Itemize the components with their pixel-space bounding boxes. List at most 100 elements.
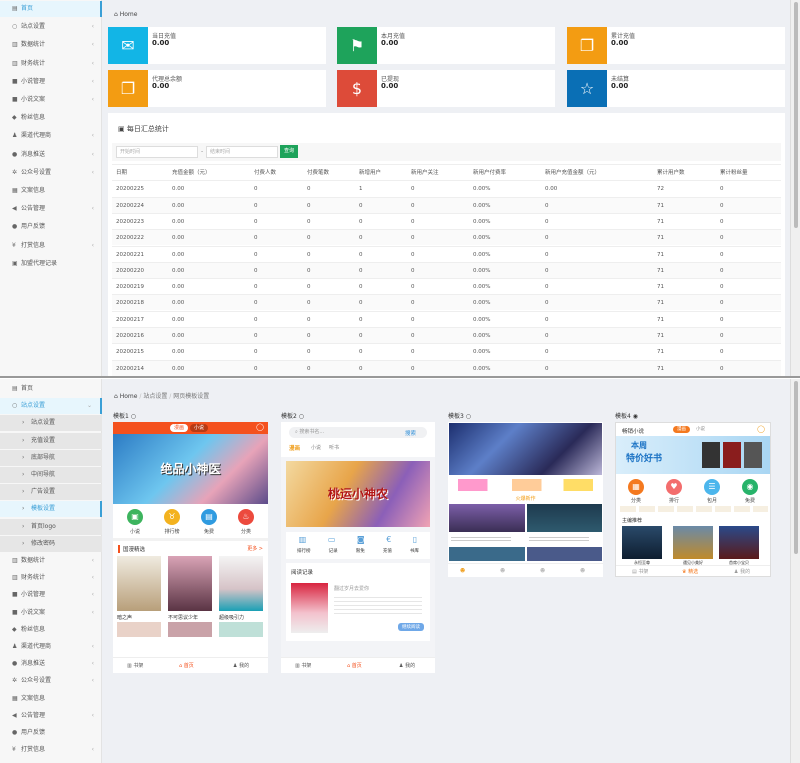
sidebar-item[interactable]: ■ 小说管理 ‹ [0,587,102,603]
nav-mine[interactable]: ♟ 我的 [399,662,415,669]
rank-icon[interactable]: ♉ [164,509,180,525]
nav-mine[interactable]: ♟ 我的 [734,568,750,575]
novel-icon[interactable]: ▣ [127,509,143,525]
template-4-preview[interactable]: 畅销小说 漫画 小说 ◯ 本周 特价好书 ▦ ♥ ☰ ◉ 分类 排行 包月 免费… [615,422,771,577]
library-icon[interactable]: ▯ [413,535,417,544]
template-3-preview[interactable]: 火爆新作 ☻ ☻ ☻ ☻ [448,422,603,577]
monthly-icon[interactable]: ☰ [704,479,720,495]
banner-image[interactable] [449,423,602,475]
nav-bookshelf[interactable]: ▤ 书架 [632,568,648,575]
free-icon[interactable]: ▤ [201,509,217,525]
recharge-icon[interactable]: € [386,535,391,544]
sidebar-item[interactable]: ▣ 加盟代理记录 [0,256,102,272]
nav-recommend-icon[interactable]: ☻ [460,568,465,574]
sidebar-item[interactable]: ◀ 公告管理 ‹ [0,708,102,724]
book-cover[interactable] [117,556,161,611]
scrollbar[interactable] [790,379,800,763]
sidebar-item[interactable]: ◆ 粉丝信息 [0,110,102,126]
template-4-radio[interactable]: 模板4 ◉ [615,411,638,420]
limited-free-icon[interactable]: ◙ [357,535,365,544]
scrollbar[interactable] [790,0,800,376]
sidebar-item[interactable]: ◀ 公告管理 ‹ [0,201,102,217]
nav-item-icon[interactable]: ☻ [540,568,545,574]
book-cover[interactable] [673,526,713,559]
book-cover[interactable] [622,526,662,559]
sidebar-item[interactable]: ■ 小说文案 ‹ [0,605,102,621]
sidebar-item[interactable]: ■ 小说文案 ‹ [0,92,102,108]
nav-home[interactable]: ⌂ 首页 [179,662,194,669]
sidebar-item[interactable]: › 首页logo [0,518,102,535]
sidebar-item[interactable]: ▤ 首页 [0,1,102,17]
nav-item-icon[interactable]: ☻ [580,568,585,574]
category-icon[interactable]: ▦ [628,479,644,495]
sidebar-item[interactable]: › 充值设置 [0,432,102,449]
sidebar-item[interactable]: ● 用户反馈 [0,725,102,741]
sidebar-item[interactable]: ▤ 首页 [0,381,102,397]
template-1-radio[interactable]: 模板1 ○ [113,411,136,420]
tab-comic[interactable]: 漫画 [289,444,300,452]
nav-item-icon[interactable]: ☻ [500,568,505,574]
sidebar-item[interactable]: ▥ 数据统计 ‹ [0,37,102,53]
sidebar-item[interactable]: ¥ 打赏信息 ‹ [0,238,102,254]
banner-image[interactable]: 桃运小神农 [286,461,430,527]
end-date-input[interactable]: 结束时间 [206,146,278,158]
rank-icon[interactable]: ♥ [666,479,682,495]
sidebar-item[interactable]: › 中间导航 [0,467,102,483]
sidebar-item[interactable]: ✲ 公众号设置 ‹ [0,673,102,689]
book-cover[interactable] [719,526,759,559]
sidebar-item[interactable]: ● 用户反馈 [0,219,102,235]
continue-reading-button[interactable]: 继续阅读 [398,623,424,631]
nav-mine[interactable]: ♟ 我的 [233,662,249,669]
nav-featured[interactable]: ♛ 精选 [682,568,698,575]
sidebar-item[interactable]: ▦ 文案信息 [0,183,102,199]
sidebar-item[interactable]: ▥ 数据统计 ‹ [0,553,102,569]
sidebar-item[interactable]: ¥ 打赏信息 ‹ [0,742,102,758]
breadcrumb-home[interactable]: Home [120,11,138,18]
sidebar-item[interactable]: ▥ 财务统计 ‹ [0,570,102,586]
sidebar-item[interactable]: › 底部导航 [0,449,102,466]
tab-novel[interactable]: 小说 [190,424,209,432]
sidebar-item[interactable]: ■ 小说管理 ‹ [0,74,102,90]
free-icon[interactable]: ◉ [742,479,758,495]
sidebar-item[interactable]: ● 消息推送 ‹ [0,656,102,672]
category-icon[interactable]: ♨ [238,509,254,525]
search-icon[interactable]: ◯ [256,423,264,431]
more-link[interactable]: 更多 > [247,545,263,552]
tab-novel[interactable]: 小说 [311,444,321,451]
template-2-preview[interactable]: ⌕ 搜索书名... 搜索 漫画 小说 听书 桃运小神农 ▥ ▭ ◙ € ▯ 排行榜 记录限… [281,422,435,673]
book-cover[interactable] [291,583,328,633]
sidebar-item[interactable]: › 模板设置 [0,501,102,518]
tab-audio[interactable]: 听书 [329,444,339,451]
start-date-input[interactable]: 开始时间 [116,146,198,158]
tab-novel[interactable]: 小说 [696,426,705,433]
tab-comic[interactable]: 漫画 [673,426,690,433]
sidebar-item[interactable]: ♟ 渠道代理商 ‹ [0,128,102,144]
record-icon[interactable]: ▭ [328,535,336,544]
template-3-radio[interactable]: 模板3 ○ [448,411,471,420]
nav-bookshelf[interactable]: ▥ 书架 [127,662,143,669]
sidebar-item[interactable]: ▥ 财务统计 ‹ [0,56,102,72]
book-cover[interactable] [527,504,602,532]
tab-comic[interactable]: 漫画 [170,424,189,432]
breadcrumb-home[interactable]: Home [120,393,138,400]
book-cover[interactable] [449,504,525,532]
book-cover[interactable] [219,556,263,611]
rank-icon[interactable]: ▥ [299,535,307,544]
sidebar-item[interactable]: › 广告设置 [0,484,102,501]
sidebar-item[interactable]: › 站点设置 [0,415,102,432]
template-1-preview[interactable]: 漫画 小说 ◯ 绝品小神医 ▣ ♉ ▤ ♨ 小说 排行榜 免费 分类 国漫精选 … [113,422,268,673]
sidebar-item[interactable]: ▦ 文案信息 [0,691,102,707]
book-cover[interactable] [168,556,212,611]
nav-home[interactable]: ⌂ 首页 [347,662,362,669]
sidebar-item[interactable]: ● 消息推送 ‹ [0,147,102,163]
search-button[interactable]: 搜索 [405,429,416,437]
sidebar-item[interactable]: › 修改密码 [0,535,102,552]
sidebar-item[interactable]: ♟ 渠道代理商 ‹ [0,639,102,655]
breadcrumb-site-settings[interactable]: 站点设置 [143,393,167,400]
sidebar-item[interactable]: ○ 站点设置 ‹ [0,19,102,35]
banner-image[interactable]: 本周 特价好书 [616,436,770,474]
query-button[interactable]: 查询 [280,145,298,158]
breadcrumb[interactable]: ⌂ Home [114,11,137,18]
search-icon[interactable]: ◯ [757,425,765,433]
template-2-radio[interactable]: 模板2 ○ [281,411,304,420]
